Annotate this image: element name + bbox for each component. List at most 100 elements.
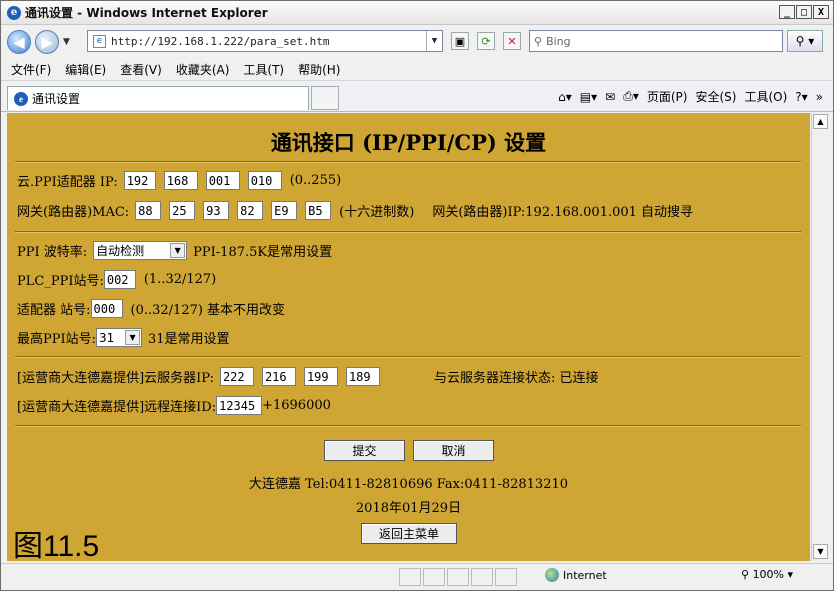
tab-bar: e 通讯设置 ⌂▾ ▤▾ ✉ ⎙▾ 页面(P) 安全(S) 工具(O) ?▾ » bbox=[1, 82, 833, 112]
menu-edit[interactable]: 编辑(E) bbox=[65, 61, 106, 78]
cloud-ip-3[interactable]: 199 bbox=[303, 367, 338, 386]
baud-label: PPI 波特率: bbox=[17, 245, 88, 260]
new-tab-button[interactable] bbox=[311, 86, 339, 110]
search-icon: ⚲ bbox=[534, 34, 543, 48]
close-button[interactable]: X bbox=[813, 5, 829, 19]
divider bbox=[15, 231, 801, 233]
cloud-row: [运营商大连德嘉提供]云服务器IP: 222 216 199 189 与云服务器… bbox=[17, 367, 598, 386]
url-field[interactable]: e http://192.168.1.222/para_set.htm ▼ bbox=[87, 30, 443, 52]
divider bbox=[15, 356, 801, 358]
baud-select[interactable]: 自动检测 ▼ bbox=[93, 241, 188, 260]
mac-byte-3[interactable]: 93 bbox=[203, 201, 230, 220]
search-input[interactable]: ⚲ Bing bbox=[529, 30, 783, 52]
stop-icon[interactable]: ✕ bbox=[503, 32, 521, 50]
status-segment bbox=[495, 568, 517, 586]
chevron-down-icon: ▼ bbox=[125, 330, 141, 345]
date-text: 2018年01月29日 bbox=[355, 501, 462, 516]
max-row: 最高PPI站号: 31 ▼ 31是常用设置 bbox=[17, 328, 230, 347]
divider bbox=[15, 425, 801, 427]
print-icon[interactable]: ⎙▾ bbox=[623, 89, 639, 104]
chevron-more-icon[interactable]: » bbox=[816, 90, 823, 104]
menu-help[interactable]: 帮助(H) bbox=[298, 61, 340, 78]
history-dropdown-icon[interactable]: ▼ bbox=[63, 37, 70, 47]
max-station-select[interactable]: 31 ▼ bbox=[96, 328, 143, 347]
adapter-station-input[interactable]: 000 bbox=[90, 299, 123, 318]
window-title: 通讯设置 - Windows Internet Explorer bbox=[25, 6, 268, 20]
zoom-control[interactable]: ⚲ 100% ▾ bbox=[741, 568, 793, 581]
cancel-button[interactable]: 取消 bbox=[413, 440, 494, 461]
divider bbox=[15, 161, 801, 163]
mac-byte-2[interactable]: 25 bbox=[169, 201, 196, 220]
ip-octet-3[interactable]: 001 bbox=[205, 171, 240, 190]
cloud-ip-2[interactable]: 216 bbox=[261, 367, 296, 386]
search-go-icon[interactable]: ⚲ ▾ bbox=[787, 30, 823, 52]
maximize-button[interactable]: □ bbox=[796, 5, 812, 19]
mail-icon[interactable]: ✉ bbox=[605, 90, 615, 104]
contact-info: 大连德嘉 Tel:0411-82810696 Fax:0411-82813210 bbox=[248, 477, 569, 492]
mac-byte-5[interactable]: E9 bbox=[271, 201, 298, 220]
compat-view-icon[interactable]: ▣ bbox=[451, 32, 469, 50]
refresh-icon[interactable]: ⟳ bbox=[477, 32, 495, 50]
menu-view[interactable]: 查看(V) bbox=[120, 61, 162, 78]
url-text: http://192.168.1.222/para_set.htm bbox=[111, 34, 330, 48]
tools-menu[interactable]: 工具(O) bbox=[744, 88, 787, 105]
submit-button[interactable]: 提交 bbox=[324, 440, 405, 461]
back-icon[interactable]: ◀ bbox=[7, 30, 31, 54]
cloud-label: [运营商大连德嘉提供]云服务器IP: bbox=[17, 371, 214, 386]
gateway-info: 网关(路由器)IP:192.168.001.001 自动搜寻 bbox=[432, 205, 694, 220]
forward-icon[interactable]: ▶ bbox=[35, 30, 59, 54]
baud-value: 自动检测 bbox=[96, 244, 145, 258]
menu-favorites[interactable]: 收藏夹(A) bbox=[176, 61, 230, 78]
mac-label: 网关(路由器)MAC: bbox=[17, 205, 130, 220]
back-to-menu-button[interactable]: 返回主菜单 bbox=[361, 523, 457, 544]
plc-row: PLC_PPI站号: 002 (1..32/127) bbox=[17, 270, 216, 289]
ip-octet-2[interactable]: 168 bbox=[163, 171, 198, 190]
remote-label: [运营商大连德嘉提供]远程连接ID: bbox=[17, 400, 217, 415]
zoom-icon: ⚲ bbox=[741, 568, 750, 581]
menu-file[interactable]: 文件(F) bbox=[11, 61, 51, 78]
url-dropdown-icon[interactable]: ▼ bbox=[426, 31, 442, 51]
menu-tools[interactable]: 工具(T) bbox=[243, 61, 284, 78]
zoom-level: 100% bbox=[752, 568, 785, 581]
mac-byte-4[interactable]: 82 bbox=[237, 201, 264, 220]
plc-station-input[interactable]: 002 bbox=[103, 270, 136, 289]
cloud-ip-4[interactable]: 189 bbox=[345, 367, 380, 386]
mac-row: 网关(路由器)MAC: 88 25 93 82 E9 B5 (十六进制数) 网关… bbox=[17, 201, 693, 220]
chevron-down-icon: ▼ bbox=[170, 243, 186, 258]
scroll-up-icon[interactable]: ▲ bbox=[813, 114, 828, 129]
baud-row: PPI 波特率: 自动检测 ▼ PPI-187.5K是常用设置 bbox=[17, 241, 332, 260]
adapter-hint: (0..32/127) 基本不用改变 bbox=[130, 303, 286, 318]
safety-menu[interactable]: 安全(S) bbox=[695, 88, 736, 105]
home-icon[interactable]: ⌂▾ bbox=[558, 90, 572, 104]
ip-row: 云.PPI适配器 IP: 192 168 001 010 (0..255) bbox=[17, 171, 341, 190]
status-bar: Internet ⚲ 100% ▾ bbox=[1, 563, 833, 590]
command-bar: ⌂▾ ▤▾ ✉ ⎙▾ 页面(P) 安全(S) 工具(O) ?▾ » bbox=[558, 88, 823, 105]
max-label: 最高PPI站号: bbox=[17, 332, 97, 347]
figure-caption: 图11.5 bbox=[13, 530, 100, 561]
remote-id-input[interactable]: 12345 bbox=[216, 396, 263, 415]
zone-label: Internet bbox=[563, 568, 607, 582]
ip-octet-4[interactable]: 010 bbox=[247, 171, 282, 190]
cloud-status: 与云服务器连接状态: 已连接 bbox=[433, 371, 599, 386]
security-zone: Internet bbox=[545, 568, 607, 582]
search-placeholder: Bing bbox=[546, 34, 571, 48]
help-icon[interactable]: ?▾ bbox=[795, 90, 807, 104]
plc-hint: (1..32/127) bbox=[143, 272, 217, 287]
remote-row: [运营商大连德嘉提供]远程连接ID: 12345 +1696000 bbox=[17, 396, 331, 415]
status-segment bbox=[447, 568, 469, 586]
cloud-ip-1[interactable]: 222 bbox=[219, 367, 254, 386]
vertical-scrollbar[interactable]: ▲ ▼ bbox=[811, 113, 828, 561]
feeds-icon[interactable]: ▤▾ bbox=[580, 90, 597, 104]
max-value: 31 bbox=[99, 330, 115, 345]
max-hint: 31是常用设置 bbox=[148, 332, 230, 347]
tab-current[interactable]: e 通讯设置 bbox=[7, 86, 309, 110]
browser-window: e 通讯设置 - Windows Internet Explorer _ □ X… bbox=[0, 0, 834, 591]
ip-octet-1[interactable]: 192 bbox=[123, 171, 156, 190]
baud-hint: PPI-187.5K是常用设置 bbox=[193, 245, 333, 260]
scroll-down-icon[interactable]: ▼ bbox=[813, 544, 828, 559]
mac-byte-6[interactable]: B5 bbox=[305, 201, 332, 220]
mac-byte-1[interactable]: 88 bbox=[135, 201, 162, 220]
minimize-button[interactable]: _ bbox=[779, 5, 795, 19]
page-content: 通讯接口 (IP/PPI/CP) 设置 云.PPI适配器 IP: 192 168… bbox=[7, 113, 810, 561]
page-menu[interactable]: 页面(P) bbox=[647, 88, 688, 105]
